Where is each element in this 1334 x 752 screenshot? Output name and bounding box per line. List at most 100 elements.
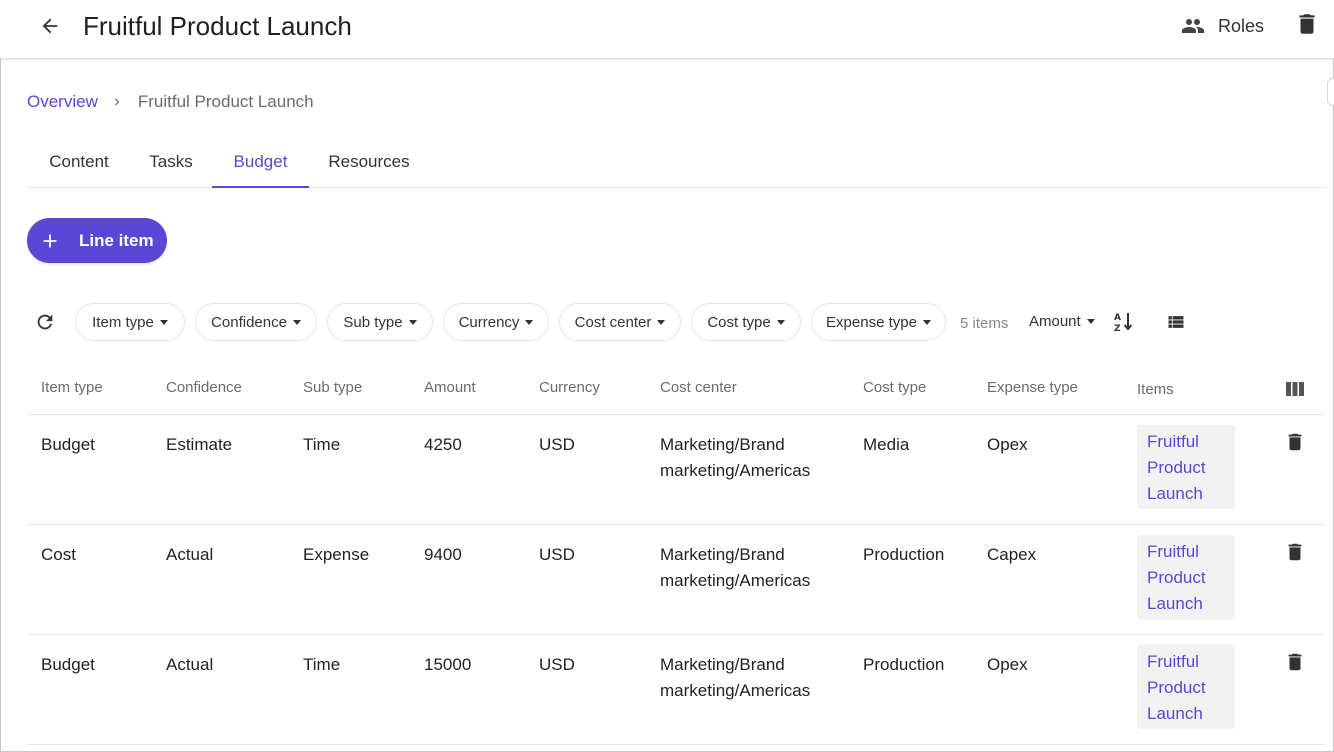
trash-icon [1288, 433, 1302, 451]
cell-expense-type: Capex [987, 545, 1037, 564]
chevron-right-icon [110, 94, 124, 110]
cell-sub-type: Time [303, 655, 341, 674]
item-line: Fruitful [1147, 432, 1199, 451]
cell-currency: USD [539, 435, 575, 454]
back-button[interactable] [34, 10, 66, 42]
filter-expense-type[interactable]: Expense type [811, 303, 946, 341]
filter-cost-type[interactable]: Cost type [691, 303, 801, 341]
linked-item-chip[interactable]: Fruitful Product Launch [1137, 645, 1235, 729]
filter-confidence[interactable]: Confidence [195, 303, 317, 341]
cell-cost-type: Production [863, 655, 945, 674]
filter-currency[interactable]: Currency [443, 303, 549, 341]
sort-alpha-icon: A Z [1114, 313, 1133, 334]
view-toggle-button[interactable] [1165, 312, 1187, 337]
trash-icon [1288, 543, 1302, 561]
cell-currency: USD [539, 545, 575, 564]
plus-icon [39, 230, 61, 252]
caret-down-icon [292, 319, 301, 325]
cell-confidence: Actual [166, 655, 214, 674]
filter-label: Cost center [574, 313, 652, 331]
header-expense-type[interactable]: Expense type [987, 379, 1078, 396]
cell-amount: 15000 [424, 655, 472, 674]
header-cost-center[interactable]: Cost center [660, 379, 737, 396]
trash-icon [1299, 14, 1315, 34]
filter-cost-center[interactable]: Cost center [559, 303, 681, 341]
filter-item-type[interactable]: Item type [75, 303, 185, 341]
item-line: Launch [1147, 704, 1203, 723]
page-title: Fruitful Product Launch [83, 11, 352, 41]
tab-resources[interactable]: Resources [317, 140, 421, 186]
header-cost-type[interactable]: Cost type [863, 379, 926, 396]
item-line: Launch [1147, 484, 1203, 503]
item-count: 5 items [960, 315, 1009, 332]
scrollbar-handle[interactable] [1327, 78, 1334, 106]
refresh-icon [37, 314, 53, 330]
header-item-type[interactable]: Item type [41, 379, 103, 396]
item-line: Product [1147, 678, 1206, 697]
linked-item-chip[interactable]: Fruitful Product Launch [1137, 535, 1235, 619]
table-row[interactable]: Budget Actual Time 15000 USD Marketing/B… [27, 635, 1325, 745]
item-line: Product [1147, 458, 1206, 477]
cell-item-type: Budget [41, 435, 95, 454]
delete-project-button[interactable] [1294, 10, 1320, 43]
table-row[interactable]: Budget Estimate Time 4250 USD Marketing/… [27, 415, 1325, 525]
header-amount[interactable]: Amount [424, 379, 476, 396]
roles-button[interactable]: Roles [1178, 11, 1264, 41]
cell-amount: 4250 [424, 435, 462, 454]
caret-down-icon [776, 319, 785, 325]
filter-label: Currency [458, 313, 520, 331]
filter-label: Expense type [826, 313, 917, 331]
header-sub-type[interactable]: Sub type [303, 379, 362, 396]
linked-item-chip[interactable]: Fruitful Product Launch [1137, 425, 1235, 509]
cell-confidence: Estimate [166, 435, 233, 454]
cell-item-type: Budget [41, 655, 95, 674]
cost-center-line: Marketing/Brand [660, 655, 785, 674]
item-line: Launch [1147, 594, 1203, 613]
delete-row-button[interactable] [1284, 429, 1306, 460]
filter-label: Sub type [343, 313, 403, 331]
svg-text:Z: Z [1114, 324, 1121, 334]
tab-bar: Content Tasks Budget Resources [27, 140, 1327, 188]
item-line: Product [1147, 568, 1206, 587]
filter-label: Item type [92, 313, 154, 331]
cost-center-line: marketing/Americas [660, 461, 811, 480]
header-confidence[interactable]: Confidence [166, 379, 242, 396]
caret-down-icon [922, 319, 931, 325]
filter-sub-type[interactable]: Sub type [327, 303, 433, 341]
cell-cost-type: Production [863, 545, 945, 564]
column-settings-button[interactable] [1286, 381, 1304, 402]
breadcrumb-overview-link[interactable]: Overview [27, 92, 98, 112]
table-header: Item type Confidence Sub type Amount Cur… [27, 367, 1325, 415]
columns-icon [1286, 382, 1304, 396]
tab-content[interactable]: Content [27, 140, 131, 186]
refresh-button[interactable] [34, 311, 56, 338]
roles-label: Roles [1218, 15, 1265, 36]
cell-cost-center: Marketing/Brand marketing/Americas [660, 542, 810, 594]
header-items[interactable]: Items [1137, 381, 1174, 398]
add-line-item-button[interactable]: Line item [27, 218, 167, 263]
caret-down-icon [1086, 319, 1095, 324]
item-line: Fruitful [1147, 652, 1199, 671]
add-line-item-label: Line item [79, 230, 154, 250]
cost-center-line: marketing/Americas [660, 571, 811, 590]
item-line: Fruitful [1147, 542, 1199, 561]
filter-label: Confidence [211, 313, 287, 331]
tab-budget[interactable]: Budget [212, 140, 309, 188]
delete-row-button[interactable] [1284, 649, 1306, 680]
tab-tasks[interactable]: Tasks [135, 140, 207, 186]
sort-direction-button[interactable]: A Z [1112, 310, 1136, 339]
list-view-icon [1168, 316, 1184, 328]
table-row[interactable]: Cost Actual Expense 9400 USD Marketing/B… [27, 525, 1325, 635]
sort-field-dropdown[interactable]: Amount [1029, 313, 1095, 330]
cell-item-type: Cost [41, 545, 76, 564]
cell-expense-type: Opex [987, 655, 1028, 674]
header-currency[interactable]: Currency [539, 379, 600, 396]
top-bar: Fruitful Product Launch Roles [0, 0, 1334, 59]
caret-down-icon [525, 319, 534, 325]
cost-center-line: marketing/Americas [660, 681, 811, 700]
caret-down-icon [408, 319, 417, 325]
cell-cost-center: Marketing/Brand marketing/Americas [660, 652, 810, 704]
cell-currency: USD [539, 655, 575, 674]
sort-field-label: Amount [1029, 313, 1081, 330]
delete-row-button[interactable] [1284, 539, 1306, 570]
